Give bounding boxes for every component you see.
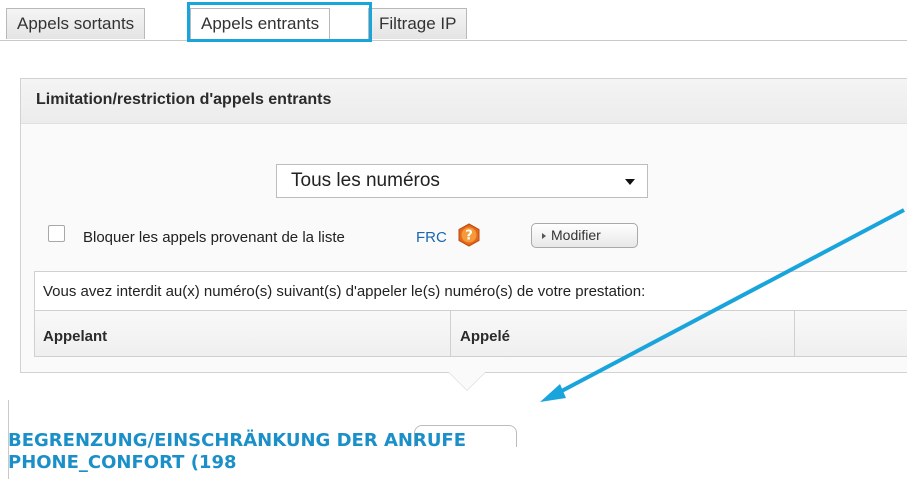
column-separator [794, 311, 795, 357]
tab-bar: Appels sortants Appels entrants Filtrage… [0, 0, 907, 41]
tab-appels-sortants[interactable]: Appels sortants [6, 8, 146, 39]
frc-link[interactable]: FRC [416, 229, 447, 246]
blocked-numbers-table-header: Appelant Appelé [34, 311, 907, 357]
info-text: Vous avez interdit au(x) numéro(s) suiva… [43, 283, 646, 300]
tab-appels-entrants[interactable]: Appels entrants [190, 8, 331, 41]
column-separator [450, 311, 451, 357]
column-header-appele: Appelé [460, 328, 511, 345]
block-list-checkbox[interactable] [48, 225, 65, 242]
caption-line-2: PHONE_CONFORT (198 [8, 452, 237, 473]
modify-button[interactable]: Modifier [531, 223, 638, 248]
number-scope-select[interactable]: Tous les numéros [276, 164, 648, 198]
block-list-label: Bloquer les appels provenant de la liste [83, 229, 345, 246]
chevron-down-icon [625, 179, 635, 185]
panel-pointer-inner [449, 372, 485, 390]
modify-button-label: Modifier [551, 227, 601, 243]
panel-header: Limitation/restriction d'appels entrants [21, 79, 907, 124]
svg-text:?: ? [465, 229, 473, 244]
blocked-numbers-info: Vous avez interdit au(x) numéro(s) suiva… [34, 271, 907, 311]
caption-line-1: BEGRENZUNG/EINSCHRÄNKUNG DER ANRUFE [8, 430, 467, 451]
column-header-appelant: Appelant [43, 328, 108, 345]
play-arrow-icon [542, 233, 546, 240]
tab-filtrage-ip[interactable]: Filtrage IP [368, 8, 468, 39]
select-value: Tous les numéros [291, 170, 440, 191]
panel-title: Limitation/restriction d'appels entrants [36, 91, 332, 108]
question-mark-icon[interactable]: ? [457, 223, 481, 247]
